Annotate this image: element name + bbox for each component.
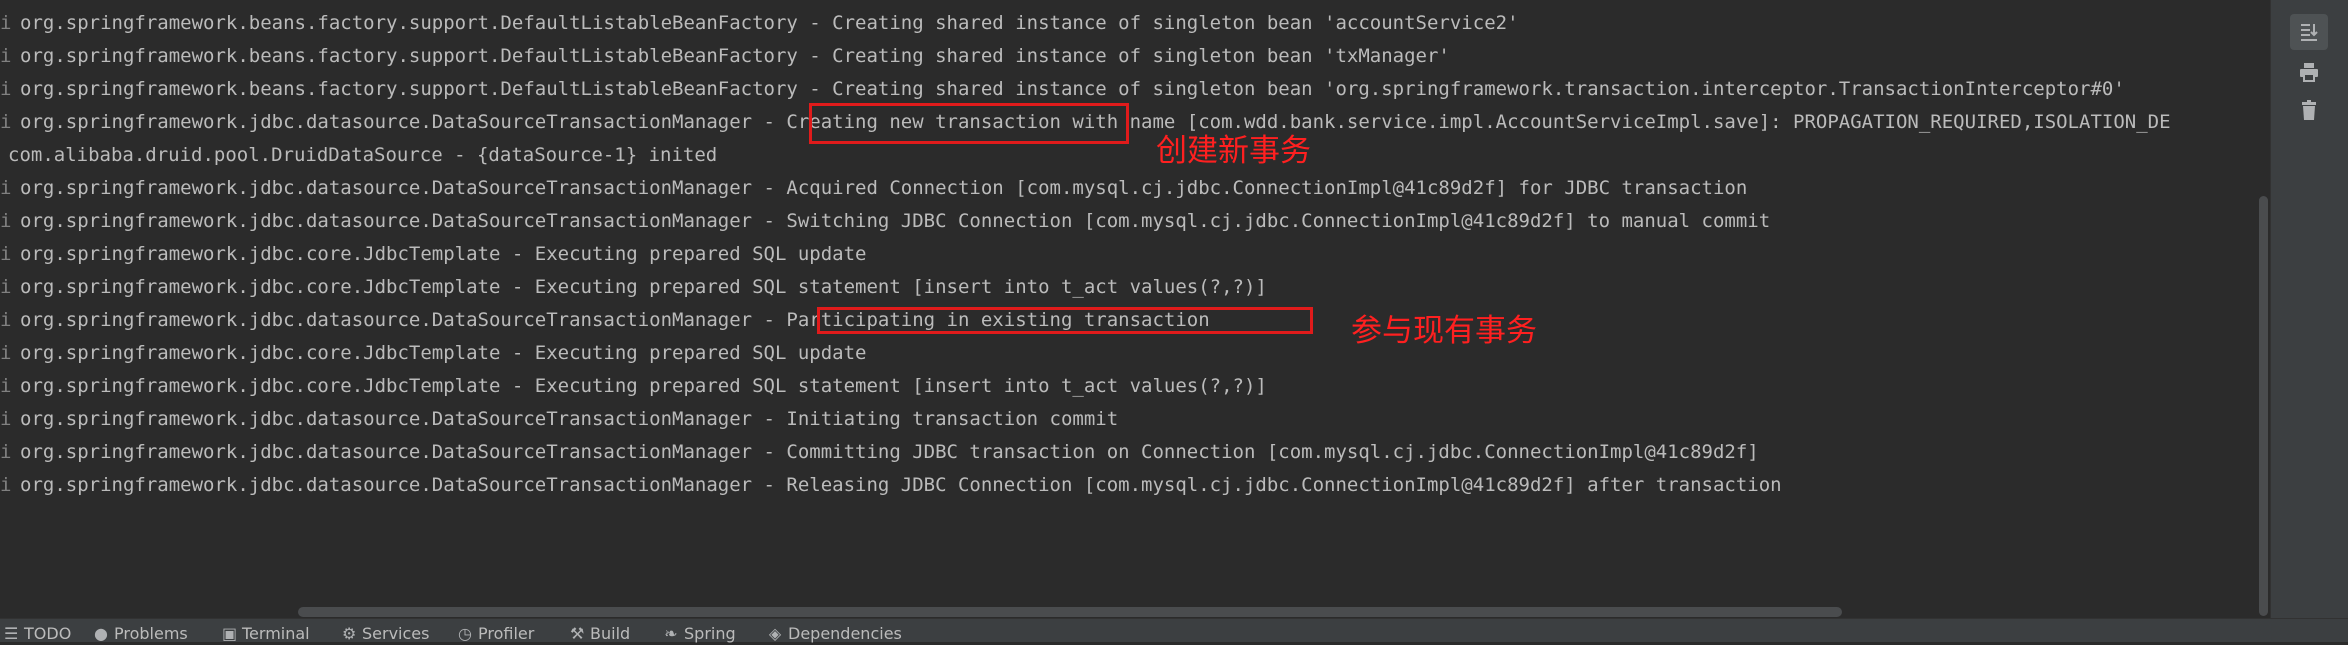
log-line: i org.springframework.jdbc.datasource.Dat… <box>0 205 1770 238</box>
highlight-box-participating <box>817 307 1313 334</box>
log-text: org.springframework.jdbc.core.JdbcTempla… <box>20 276 1267 298</box>
tab-label: Dependencies <box>788 624 902 643</box>
highlight-box-new-transaction <box>809 103 1129 144</box>
log-line: i org.springframework.jdbc.core.JdbcTempl… <box>0 370 1267 403</box>
tab-problems[interactable]: ● Problems <box>94 623 188 645</box>
log-gutter-mark: i <box>0 441 12 463</box>
log-text: org.springframework.jdbc.core.JdbcTempla… <box>20 342 867 364</box>
log-gutter-mark: i <box>0 45 12 67</box>
horizontal-scrollbar-thumb[interactable] <box>298 607 1842 617</box>
build-icon: ⚒ <box>570 624 585 643</box>
log-line: i org.springframework.jdbc.core.JdbcTempl… <box>0 238 866 271</box>
services-icon: ⚙ <box>342 624 357 643</box>
log-gutter-mark: i <box>0 276 12 298</box>
console-toolbar: ⋯ <box>2270 0 2348 618</box>
vertical-scrollbar-thumb[interactable] <box>2259 196 2268 616</box>
log-text: org.springframework.jdbc.datasource.Data… <box>20 408 1119 430</box>
log-gutter-mark: i <box>0 342 12 364</box>
log-gutter-mark: i <box>0 243 12 265</box>
log-text: org.springframework.beans.factory.suppor… <box>20 12 1519 34</box>
tab-label: Terminal <box>242 624 310 643</box>
log-text: org.springframework.jdbc.datasource.Data… <box>20 474 1782 496</box>
log-gutter-mark: i <box>0 111 12 133</box>
log-line: i org.springframework.beans.factory.suppo… <box>0 7 1519 40</box>
todo-icon: ☰ <box>4 624 19 643</box>
log-line: i org.springframework.jdbc.datasource.Dat… <box>0 172 1747 205</box>
log-line: i org.springframework.jdbc.core.JdbcTempl… <box>0 271 1267 304</box>
tab-build[interactable]: ⚒ Build <box>570 623 630 645</box>
log-line: i org.springframework.jdbc.datasource.Dat… <box>0 469 1782 502</box>
log-line: com.alibaba.druid.pool.DruidDataSource -… <box>0 139 717 172</box>
log-text: org.springframework.jdbc.core.JdbcTempla… <box>20 243 867 265</box>
tool-window-bar: ☰ TODO ● Problems ▣ Terminal ⚙ Services ◷ Pro… <box>0 618 2348 645</box>
log-text: com.alibaba.druid.pool.DruidDataSource -… <box>8 144 718 166</box>
scroll-to-end-icon[interactable] <box>2290 14 2328 50</box>
tab-spring[interactable]: ❧ Spring <box>664 623 736 645</box>
log-text: org.springframework.beans.factory.suppor… <box>20 78 2125 100</box>
log-gutter-mark: i <box>0 375 12 397</box>
tab-label: Profiler <box>478 624 535 643</box>
tab-dependencies[interactable]: ◈ Dependencies <box>768 623 902 645</box>
console-output[interactable]: i org.springframework.beans.factory.suppo… <box>0 0 2270 608</box>
log-gutter-mark: i <box>0 474 12 496</box>
print-icon[interactable] <box>2290 54 2328 90</box>
tab-profiler[interactable]: ◷ Profiler <box>458 623 534 645</box>
problems-icon: ● <box>94 624 108 643</box>
log-text: org.springframework.jdbc.datasource.Data… <box>20 177 1748 199</box>
terminal-icon: ▣ <box>222 624 238 643</box>
log-line: i org.springframework.jdbc.datasource.Dat… <box>0 403 1118 436</box>
tab-label: TODO <box>24 624 72 643</box>
tab-todo[interactable]: ☰ TODO <box>4 623 71 645</box>
tab-terminal[interactable]: ▣ Terminal <box>222 623 310 645</box>
tab-label: Spring <box>684 624 736 643</box>
clear-all-icon[interactable] <box>2290 92 2328 128</box>
tab-label: Services <box>362 624 430 643</box>
log-line: i org.springframework.jdbc.datasource.Dat… <box>0 436 1759 469</box>
annotation-create-new-transaction: 创建新事务 <box>1156 133 1311 169</box>
tab-services[interactable]: ⚙ Services <box>342 623 429 645</box>
log-gutter-mark: i <box>0 408 12 430</box>
tab-label: Problems <box>114 624 188 643</box>
log-gutter-mark: i <box>0 177 12 199</box>
log-gutter-mark: i <box>0 210 12 232</box>
log-line: i org.springframework.jdbc.core.JdbcTempl… <box>0 337 866 370</box>
log-text: org.springframework.jdbc.core.JdbcTempla… <box>20 375 1267 397</box>
log-gutter-mark: i <box>0 78 12 100</box>
log-gutter-mark: i <box>0 12 12 34</box>
log-text: org.springframework.beans.factory.suppor… <box>20 45 1450 67</box>
spring-icon: ❧ <box>664 624 678 643</box>
log-text: org.springframework.jdbc.datasource.Data… <box>20 441 1759 463</box>
annotation-participate-existing-transaction: 参与现有事务 <box>1351 313 1537 349</box>
dependencies-icon: ◈ <box>768 624 782 643</box>
log-gutter-mark: i <box>0 309 12 331</box>
log-line: i org.springframework.beans.factory.suppo… <box>0 40 1450 73</box>
log-text: org.springframework.jdbc.datasource.Data… <box>20 210 1771 232</box>
log-line: i org.springframework.beans.factory.suppo… <box>0 73 2125 106</box>
profiler-icon: ◷ <box>458 624 472 643</box>
tab-label: Build <box>590 624 631 643</box>
